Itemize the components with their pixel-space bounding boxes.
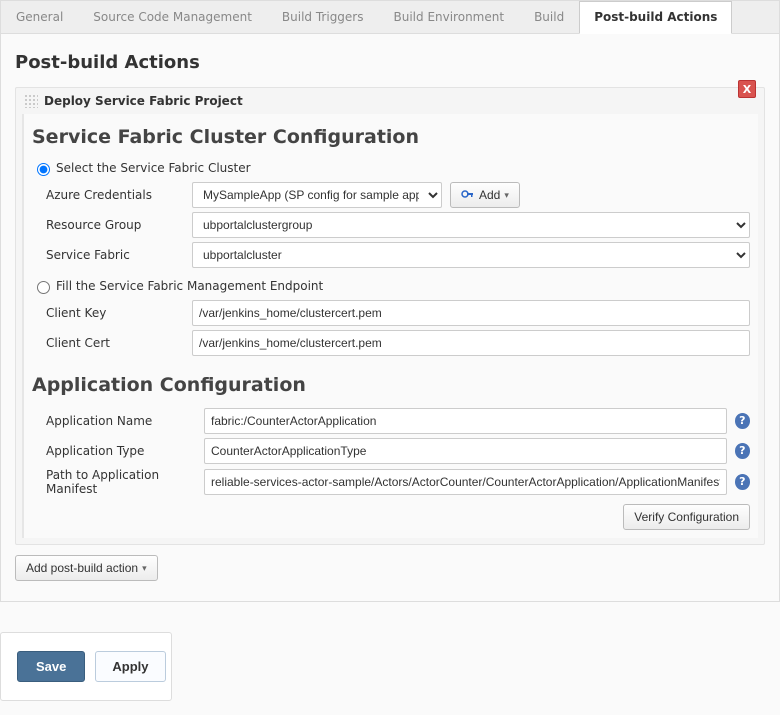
azure-credentials-row: Azure Credentials MySampleApp (SP config… xyxy=(32,182,750,208)
tab-postbuild[interactable]: Post-build Actions xyxy=(579,1,732,34)
chevron-down-icon: ▾ xyxy=(142,563,147,574)
cluster-config-heading: Service Fabric Cluster Configuration xyxy=(32,126,750,148)
client-cert-row: Client Cert xyxy=(32,330,750,356)
fill-endpoint-radio-row: Fill the Service Fabric Management Endpo… xyxy=(32,278,750,294)
key-icon xyxy=(461,188,475,203)
azure-credentials-select[interactable]: MySampleApp (SP config for sample app) xyxy=(192,182,442,208)
step-body: Service Fabric Cluster Configuration Sel… xyxy=(22,114,758,538)
tab-scm[interactable]: Source Code Management xyxy=(78,1,267,33)
help-icon[interactable]: ? xyxy=(735,413,750,429)
app-name-input[interactable] xyxy=(204,408,727,434)
add-credentials-button[interactable]: Add ▾ xyxy=(450,182,520,208)
add-credentials-label: Add xyxy=(479,188,500,202)
tab-triggers[interactable]: Build Triggers xyxy=(267,1,379,33)
client-key-input[interactable] xyxy=(192,300,750,326)
footer-actions: Save Apply xyxy=(0,632,172,701)
client-key-label: Client Key xyxy=(32,306,192,320)
fill-endpoint-radio[interactable] xyxy=(37,281,50,294)
tab-bar: General Source Code Management Build Tri… xyxy=(0,0,780,34)
resource-group-row: Resource Group ubportalclustergroup xyxy=(32,212,750,238)
page-content: Post-build Actions Deploy Service Fabric… xyxy=(0,34,780,602)
select-cluster-radio[interactable] xyxy=(37,163,50,176)
page-title: Post-build Actions xyxy=(15,52,765,73)
client-key-row: Client Key xyxy=(32,300,750,326)
select-cluster-radio-row: Select the Service Fabric Cluster xyxy=(32,160,750,176)
verify-configuration-button[interactable]: Verify Configuration xyxy=(623,504,750,530)
app-name-label: Application Name xyxy=(32,414,204,428)
step-header: Deploy Service Fabric Project X xyxy=(16,88,764,114)
app-type-row: Application Type ? xyxy=(32,438,750,464)
azure-credentials-label: Azure Credentials xyxy=(32,188,192,202)
add-postbuild-action-label: Add post-build action xyxy=(26,561,138,575)
fill-endpoint-label: Fill the Service Fabric Management Endpo… xyxy=(56,279,323,293)
manifest-path-label: Path to Application Manifest xyxy=(32,468,204,496)
app-type-label: Application Type xyxy=(32,444,204,458)
save-button[interactable]: Save xyxy=(17,651,85,682)
add-action-row: Add post-build action ▾ xyxy=(15,555,765,581)
app-config-heading: Application Configuration xyxy=(32,374,750,396)
postbuild-step: Deploy Service Fabric Project X Service … xyxy=(15,87,765,545)
help-icon[interactable]: ? xyxy=(735,474,750,490)
service-fabric-label: Service Fabric xyxy=(32,248,192,262)
client-cert-input[interactable] xyxy=(192,330,750,356)
service-fabric-select[interactable]: ubportalcluster xyxy=(192,242,750,268)
add-postbuild-action-button[interactable]: Add post-build action ▾ xyxy=(15,555,158,581)
manifest-path-row: Path to Application Manifest ? xyxy=(32,468,750,496)
tab-env[interactable]: Build Environment xyxy=(379,1,520,33)
select-cluster-label: Select the Service Fabric Cluster xyxy=(56,161,251,175)
resource-group-select[interactable]: ubportalclustergroup xyxy=(192,212,750,238)
step-title: Deploy Service Fabric Project xyxy=(44,94,243,108)
resource-group-label: Resource Group xyxy=(32,218,192,232)
service-fabric-row: Service Fabric ubportalcluster xyxy=(32,242,750,268)
verify-row: Verify Configuration xyxy=(32,504,750,530)
drag-handle-icon[interactable] xyxy=(24,94,38,108)
app-name-row: Application Name ? xyxy=(32,408,750,434)
help-icon[interactable]: ? xyxy=(735,443,750,459)
chevron-down-icon: ▾ xyxy=(504,190,509,201)
app-type-input[interactable] xyxy=(204,438,727,464)
manifest-path-input[interactable] xyxy=(204,469,727,495)
tab-build[interactable]: Build xyxy=(519,1,579,33)
client-cert-label: Client Cert xyxy=(32,336,192,350)
apply-button[interactable]: Apply xyxy=(95,651,165,682)
tab-general[interactable]: General xyxy=(1,1,78,33)
delete-step-button[interactable]: X xyxy=(738,80,756,98)
